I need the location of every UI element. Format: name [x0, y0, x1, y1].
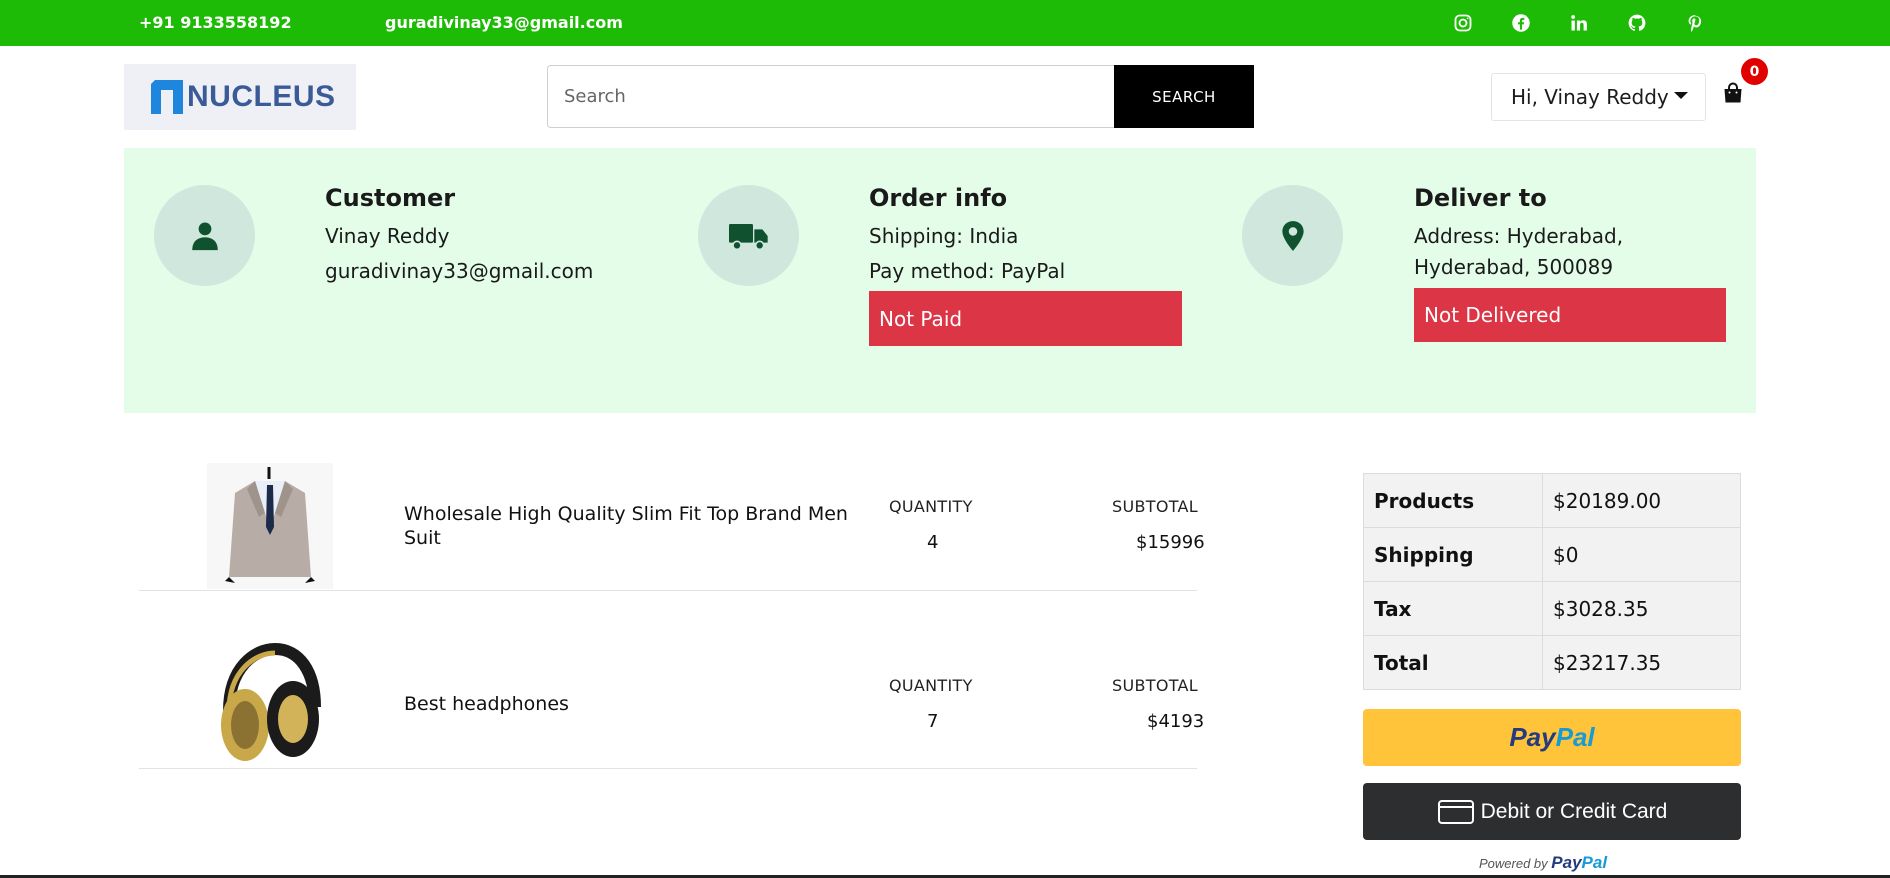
delivery-status-badge: Not Delivered	[1414, 288, 1726, 342]
subtotal-label: SUBTOTAL	[1112, 497, 1199, 516]
subtotal-label: SUBTOTAL	[1112, 676, 1199, 695]
summary-label: Shipping	[1363, 527, 1543, 582]
delivery-address-line1: Address: Hyderabad,	[1414, 224, 1624, 248]
brand-logo[interactable]: NUCLEUS	[124, 64, 356, 130]
summary-label: Products	[1363, 473, 1543, 528]
customer-title: Customer	[325, 184, 456, 212]
quantity-label: QUANTITY	[889, 676, 973, 695]
row-divider	[139, 590, 1197, 591]
summary-value: $3028.35	[1542, 581, 1741, 636]
payment-status-badge: Not Paid	[869, 291, 1182, 346]
user-greeting: Hi, Vinay Reddy	[1511, 85, 1669, 109]
suit-product-image[interactable]	[207, 463, 333, 589]
powered-by-paypal: Powered by PayPal	[1479, 853, 1607, 873]
logo-mark-icon	[151, 80, 183, 114]
summary-value: $20189.00	[1542, 473, 1741, 528]
top-contact-bar: +91 9133558192 guradivinay33@gmail.com	[0, 0, 1890, 46]
contact-email: guradivinay33@gmail.com	[385, 13, 623, 32]
chevron-down-icon	[1673, 91, 1688, 99]
paypal-button[interactable]: PayPal	[1363, 709, 1741, 766]
debit-credit-card-button[interactable]: Debit or Credit Card	[1363, 783, 1741, 840]
credit-card-icon	[1437, 799, 1474, 824]
summary-row-tax: Tax $3028.35	[1363, 581, 1741, 636]
paypal-logo: PayPal	[1509, 722, 1594, 753]
item-subtotal: $15996	[1136, 532, 1205, 553]
item-quantity: 4	[927, 532, 939, 553]
item-name[interactable]: Wholesale High Quality Slim Fit Top Bran…	[404, 502, 854, 550]
summary-row-products: Products $20189.00	[1363, 473, 1741, 528]
order-summary-table: Products $20189.00 Shipping $0 Tax $3028…	[1363, 473, 1741, 690]
deliver-to-title: Deliver to	[1414, 184, 1547, 212]
order-pay-method: Pay method: PayPal	[869, 259, 1066, 283]
user-menu-dropdown[interactable]: Hi, Vinay Reddy	[1491, 73, 1706, 121]
search-button[interactable]: SEARCH	[1114, 65, 1254, 128]
map-marker-icon	[1242, 185, 1343, 286]
shopping-bag-icon[interactable]	[1722, 82, 1744, 104]
quantity-label: QUANTITY	[889, 497, 973, 516]
headphones-product-image[interactable]	[207, 641, 333, 767]
item-subtotal: $4193	[1147, 711, 1205, 732]
delivery-address-line2: Hyderabad, 500089	[1414, 255, 1614, 279]
user-icon	[154, 185, 255, 286]
summary-label: Total	[1363, 635, 1543, 690]
item-name[interactable]: Best headphones	[404, 692, 854, 716]
powered-logo-pal: Pal	[1581, 853, 1608, 872]
item-quantity: 7	[927, 711, 939, 732]
summary-row-total: Total $23217.35	[1363, 635, 1741, 690]
summary-value: $0	[1542, 527, 1741, 582]
order-shipping: Shipping: India	[869, 224, 1019, 248]
summary-label: Tax	[1363, 581, 1543, 636]
github-icon[interactable]	[1624, 10, 1650, 36]
truck-icon	[698, 185, 799, 286]
facebook-icon[interactable]	[1508, 10, 1534, 36]
row-divider	[139, 768, 1197, 769]
paypal-logo-pal: Pal	[1555, 722, 1595, 752]
summary-row-shipping: Shipping $0	[1363, 527, 1741, 582]
contact-phone: +91 9133558192	[139, 13, 292, 32]
order-info-title: Order info	[869, 184, 1008, 212]
order-info-panel: Customer Vinay Reddy guradivinay33@gmail…	[124, 148, 1756, 413]
logo-text: NUCLEUS	[187, 80, 336, 113]
instagram-icon[interactable]	[1450, 10, 1476, 36]
paypal-logo-pay: Pay	[1509, 722, 1556, 752]
cart-count-badge[interactable]: 0	[1741, 58, 1768, 85]
customer-email: guradivinay33@gmail.com	[325, 259, 594, 283]
linkedin-icon[interactable]	[1566, 10, 1592, 36]
customer-name: Vinay Reddy	[325, 224, 450, 248]
powered-logo-pay: Pay	[1551, 853, 1582, 872]
card-button-label: Debit or Credit Card	[1480, 799, 1668, 823]
summary-value: $23217.35	[1542, 635, 1741, 690]
pinterest-icon[interactable]	[1682, 10, 1708, 36]
search-input[interactable]	[547, 65, 1114, 128]
powered-by-text: Powered by	[1479, 856, 1548, 871]
